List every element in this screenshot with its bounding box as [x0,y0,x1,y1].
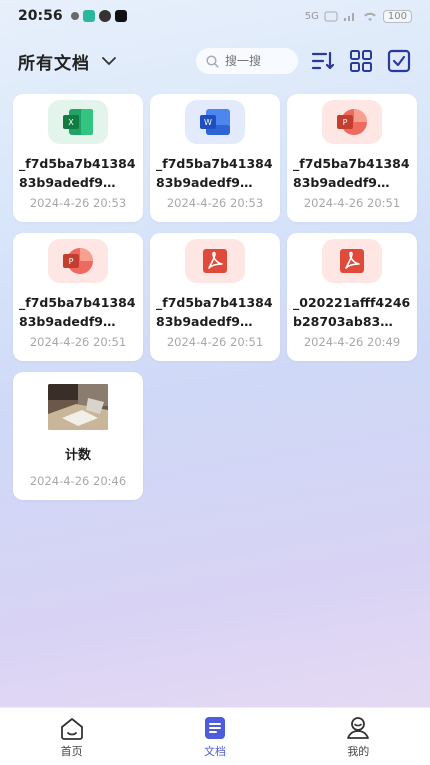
file-card[interactable]: P _f7d5ba7b4138483b9adedf9… 2024-4-26 20… [13,233,143,361]
page-title[interactable]: 所有文档 [18,49,90,74]
file-name: _f7d5ba7b4138483b9adedf9… [156,295,273,329]
file-card[interactable]: P _f7d5ba7b4138483b9adedf9… 2024-4-26 20… [287,94,417,222]
user-icon [345,715,371,741]
file-name: _f7d5ba7b4138483b9adedf9… [19,295,136,329]
excel-file-icon: X [48,100,108,144]
file-card[interactable]: _f7d5ba7b4138483b9adedf9… 2024-4-26 20:5… [150,233,280,361]
file-card[interactable]: X _f7d5ba7b4138483b9adedf9… 2024-4-26 20… [13,94,143,222]
search-icon [206,54,219,68]
svg-text:P: P [69,257,74,266]
word-file-icon: W [185,100,245,144]
select-checkbox-icon[interactable] [386,48,412,74]
signal-icon [343,12,354,21]
file-name: _f7d5ba7b4138483b9adedf9… [156,156,273,190]
svg-text:P: P [343,118,348,127]
dot-icon [70,12,79,20]
file-name: _f7d5ba7b4138483b9adedf9… [293,156,410,190]
search-input[interactable] [225,54,283,68]
ppt-file-icon: P [322,100,382,144]
file-card[interactable]: _020221afff4246b28703ab83… 2024-4-26 20:… [287,233,417,361]
file-name: _f7d5ba7b4138483b9adedf9… [19,156,136,190]
nav-docs[interactable]: 文档 [143,708,286,765]
document-icon [202,715,228,741]
nav-home[interactable]: 首页 [0,708,143,765]
file-date: 2024-4-26 20:49 [303,335,401,349]
pdf-file-icon [322,239,382,283]
nav-mine-label: 我的 [347,744,370,758]
sort-icon[interactable] [310,48,336,74]
photo-thumbnail [48,384,108,430]
pdf-file-icon [185,239,245,283]
battery-level: 100 [382,9,412,23]
file-name: 计数 [64,448,91,463]
app-notification-icon [82,10,95,22]
home-icon [59,715,85,741]
file-date: 2024-4-26 20:51 [303,196,401,210]
app-notification-icon [98,10,111,22]
tiktok-icon [114,10,127,22]
file-date: 2024-4-26 20:53 [166,196,264,210]
file-card[interactable]: 计数 2024-4-26 20:46 [13,372,143,500]
nav-mine[interactable]: 我的 [287,708,430,765]
file-date: 2024-4-26 20:51 [29,335,127,349]
status-right: 5G 100 [304,9,412,23]
nav-home-label: 首页 [60,744,83,758]
file-card[interactable]: W _f7d5ba7b4138483b9adedf9… 2024-4-26 20… [150,94,280,222]
svg-text:X: X [68,118,74,127]
nav-docs-label: 文档 [203,744,226,758]
file-date: 2024-4-26 20:53 [29,196,127,210]
file-name: _020221afff4246b28703ab83… [293,295,411,329]
file-grid: X _f7d5ba7b4138483b9adedf9… 2024-4-26 20… [13,94,417,500]
wifi-icon [364,12,376,21]
file-date: 2024-4-26 20:46 [29,474,127,488]
grid-view-icon[interactable] [348,48,374,74]
chevron-down-icon[interactable] [102,54,116,68]
status-bar: 20:56 5G 100 [0,0,430,32]
search-box[interactable] [196,48,298,74]
svg-text:W: W [204,118,212,127]
notification-icons [70,10,127,22]
ppt-file-icon: P [48,239,108,283]
page-header: 所有文档 [0,44,430,78]
status-time: 20:56 [18,8,63,24]
bottom-nav: 首页 文档 我的 [0,707,430,765]
signal-label: 5G [304,10,319,22]
file-date: 2024-4-26 20:51 [166,335,264,349]
nfc-icon [324,11,338,21]
